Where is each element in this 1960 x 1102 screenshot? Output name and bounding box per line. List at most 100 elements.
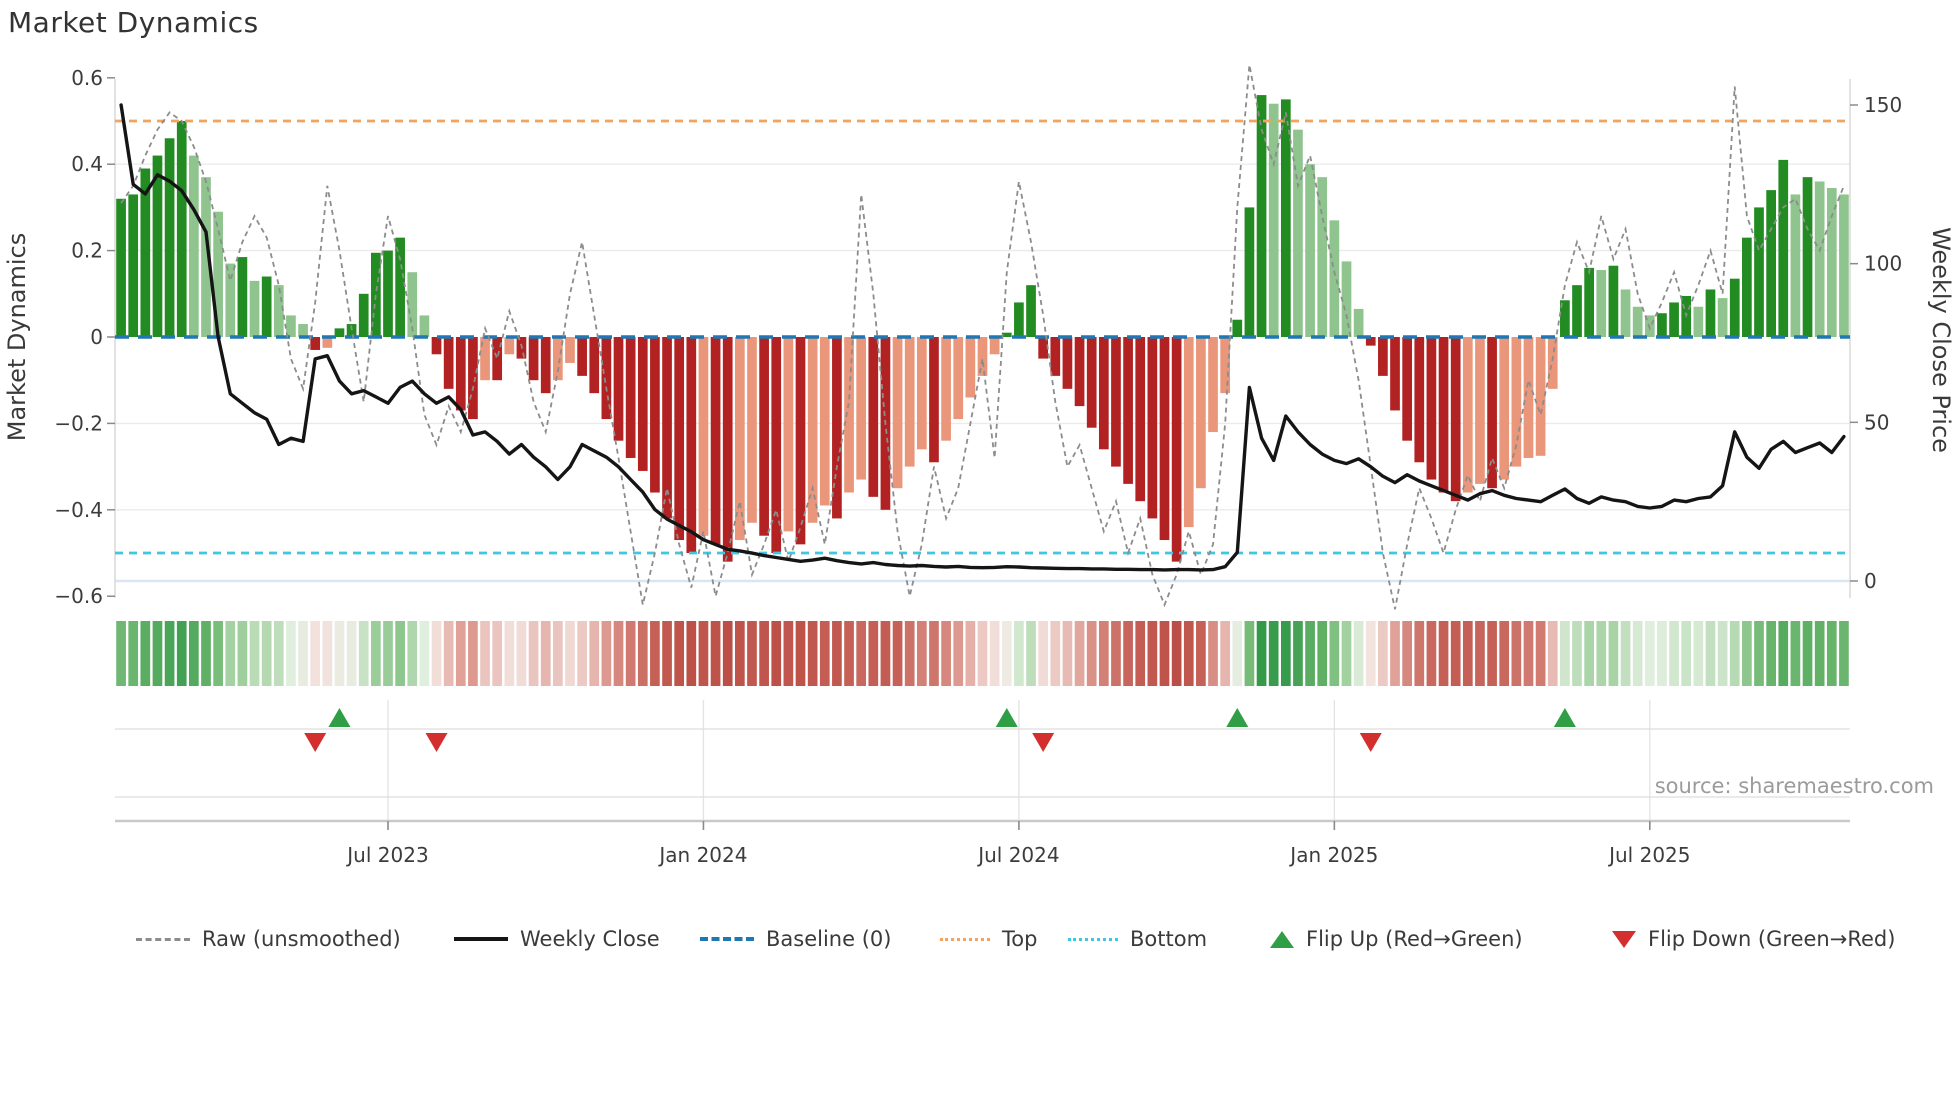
- bar: [1026, 285, 1036, 337]
- heatmap-cell: [1353, 621, 1364, 686]
- heatmap-cell: [273, 621, 284, 686]
- heatmap-cell: [298, 621, 308, 686]
- bar: [225, 263, 236, 337]
- bar: [1147, 337, 1158, 519]
- heatmap-cell: [1487, 621, 1497, 686]
- heatmap-cell: [1826, 621, 1837, 686]
- heatmap-cell: [201, 621, 211, 686]
- heatmap-cell: [1001, 621, 1012, 686]
- heatmap-cell: [686, 621, 697, 686]
- bar: [1584, 267, 1594, 337]
- heatmap-cell: [383, 621, 393, 686]
- heatmap-cell: [1499, 621, 1510, 686]
- bar: [819, 337, 830, 506]
- bar: [1839, 194, 1849, 337]
- heatmap-cell: [1620, 621, 1631, 686]
- bar: [358, 293, 369, 337]
- bottom-line-icon: [1068, 937, 1118, 941]
- heatmap-cell: [1790, 621, 1801, 686]
- heatmap-cell: [455, 621, 466, 686]
- bar: [1754, 207, 1764, 337]
- heatmap-cell: [1572, 621, 1582, 686]
- heatmap-cell: [747, 621, 757, 686]
- heatmap-cell: [904, 621, 915, 686]
- heatmap-cell: [832, 621, 842, 686]
- heatmap-cell: [1426, 621, 1437, 686]
- bar: [176, 121, 187, 337]
- heatmap-cell: [1074, 621, 1085, 686]
- bar: [1123, 337, 1133, 484]
- bar: [807, 337, 818, 523]
- right-tick-label: 100: [1864, 252, 1902, 276]
- flip-down-triangle-icon: [1612, 930, 1636, 948]
- heatmap-cell: [443, 621, 454, 686]
- bar: [747, 337, 757, 523]
- bar: [1462, 337, 1473, 493]
- bar: [565, 337, 575, 363]
- legend-label: Top: [1002, 927, 1038, 951]
- bar: [1341, 261, 1352, 337]
- heatmap-cell: [1584, 621, 1594, 686]
- flip-up-triangle-icon: [1270, 930, 1294, 948]
- bar: [443, 337, 454, 389]
- bar: [637, 337, 648, 471]
- bar: [334, 328, 345, 337]
- heatmap-cell: [1657, 621, 1667, 686]
- bar: [1499, 337, 1510, 480]
- flip-down-marker: [425, 733, 448, 752]
- bar: [1196, 337, 1206, 489]
- bar: [1475, 337, 1485, 484]
- heatmap-cell: [164, 621, 175, 686]
- heatmap-cell: [1268, 621, 1279, 686]
- heatmap-cell: [807, 621, 818, 686]
- bar: [116, 198, 126, 337]
- heatmap-cell: [1293, 621, 1303, 686]
- bar: [1814, 181, 1825, 337]
- raw-line-icon: [136, 937, 190, 941]
- x-tick-label: Jan 2024: [657, 843, 747, 867]
- bar: [553, 337, 563, 381]
- bar: [698, 337, 709, 536]
- top-line-icon: [940, 937, 990, 941]
- x-tick-label: Jul 2025: [1607, 843, 1690, 867]
- bar: [856, 337, 867, 480]
- heatmap-cell: [1256, 621, 1267, 686]
- heatmap-cell: [759, 621, 769, 686]
- bar: [722, 337, 733, 562]
- legend-item-top: Top: [940, 922, 1037, 956]
- market-dynamics-chart: Market Dynamics Market Dynamics Weekly C…: [0, 0, 1960, 1102]
- heatmap-cell: [601, 621, 612, 686]
- heatmap-cell: [1123, 621, 1133, 686]
- heatmap-cell: [480, 621, 490, 686]
- legend-item-flip-up: Flip Up (Red→Green): [1270, 922, 1523, 956]
- heatmap-cell: [650, 621, 660, 686]
- bar: [128, 194, 139, 337]
- bar: [650, 337, 660, 493]
- heatmap-cell: [710, 621, 721, 686]
- bar: [1208, 337, 1218, 433]
- heatmap-cell: [613, 621, 624, 686]
- heatmap-cell: [1608, 621, 1619, 686]
- heatmap-cell: [795, 621, 806, 686]
- bar: [261, 276, 272, 337]
- heatmap-cell: [674, 621, 685, 686]
- heatmap-cell: [1038, 621, 1049, 686]
- right-tick-label: 0: [1864, 569, 1877, 593]
- heatmap-cell: [1560, 621, 1570, 686]
- bar: [1790, 194, 1801, 337]
- legend-item-weekly-close: Weekly Close: [454, 922, 660, 956]
- heatmap-cell: [953, 621, 964, 686]
- bar: [892, 337, 903, 489]
- heatmap-cell: [371, 621, 381, 686]
- heatmap-cell: [492, 621, 503, 686]
- heatmap-cell: [722, 621, 733, 686]
- bar: [589, 337, 600, 394]
- heatmap-cell: [358, 621, 369, 686]
- bar: [1183, 337, 1194, 528]
- heatmap-cell: [116, 621, 126, 686]
- bar: [237, 257, 248, 337]
- left-tick-label: 0: [90, 325, 103, 349]
- bar: [977, 337, 988, 376]
- legend-label: Bottom: [1130, 927, 1208, 951]
- heatmap-cell: [1475, 621, 1485, 686]
